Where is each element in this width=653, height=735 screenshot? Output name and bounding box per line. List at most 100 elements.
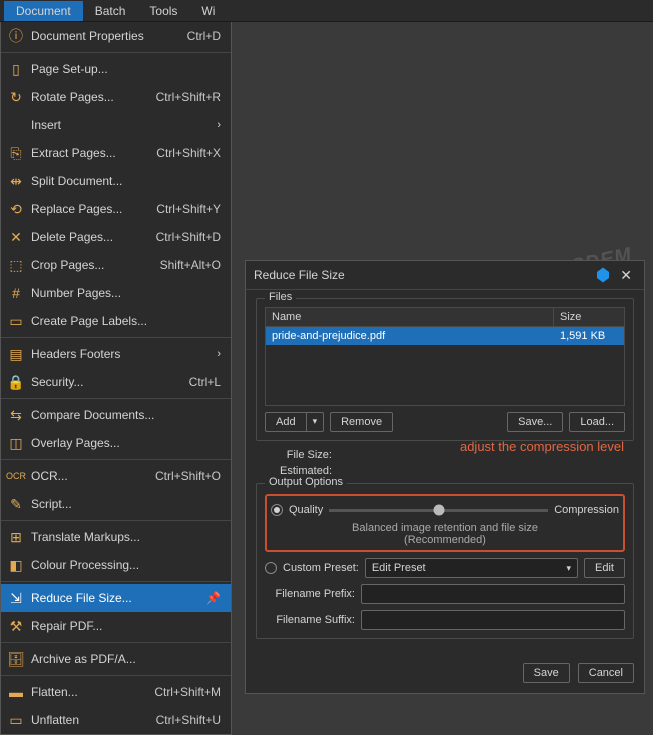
- compress-icon: ⇲: [7, 589, 25, 607]
- menu-page-labels[interactable]: ▭ Create Page Labels...: [1, 307, 231, 335]
- edit-preset-button[interactable]: Edit: [584, 558, 625, 578]
- prefix-label: Filename Prefix:: [265, 588, 355, 600]
- label: Replace Pages...: [31, 202, 150, 216]
- add-dropdown-button[interactable]: ▾: [307, 412, 325, 432]
- translate-icon: ⊞: [7, 528, 25, 546]
- menu-extract-pages[interactable]: ⎘ Extract Pages... Ctrl+Shift+X: [1, 139, 231, 167]
- annotation-highlight: Quality Compression Balanced image reten…: [265, 494, 625, 552]
- shortcut: Shift+Alt+O: [160, 258, 221, 272]
- save-button[interactable]: Save: [523, 663, 570, 683]
- crop-icon: ⬚: [7, 256, 25, 274]
- chevron-right-icon: ›: [217, 119, 221, 131]
- shortcut: Ctrl+L: [189, 375, 221, 389]
- menu-ocr[interactable]: OCR OCR... Ctrl+Shift+O: [1, 462, 231, 490]
- menu-tools[interactable]: Tools: [137, 1, 189, 21]
- label: Extract Pages...: [31, 146, 150, 160]
- repair-icon: ⚒: [7, 617, 25, 635]
- suffix-input[interactable]: [361, 610, 625, 630]
- file-name: pride-and-prejudice.pdf: [266, 327, 554, 345]
- dialog-titlebar[interactable]: Reduce File Size ✕: [246, 261, 644, 290]
- menu-reduce-file-size[interactable]: ⇲ Reduce File Size... 📌: [1, 584, 231, 612]
- col-name[interactable]: Name: [266, 308, 554, 326]
- col-size[interactable]: Size: [554, 308, 624, 326]
- compare-icon: ⇆: [7, 406, 25, 424]
- preset-combobox[interactable]: Edit Preset ▾: [365, 558, 578, 578]
- remove-button[interactable]: Remove: [330, 412, 393, 432]
- menu-crop-pages[interactable]: ⬚ Crop Pages... Shift+Alt+O: [1, 251, 231, 279]
- file-size: 1,591 KB: [554, 327, 624, 345]
- save-preset-button[interactable]: Save...: [507, 412, 563, 432]
- label: Crop Pages...: [31, 258, 154, 272]
- menu-batch[interactable]: Batch: [83, 1, 138, 21]
- menu-headers-footers[interactable]: ▤ Headers Footers ›: [1, 340, 231, 368]
- suffix-row: Filename Suffix:: [265, 610, 625, 630]
- menu-flatten[interactable]: ▬ Flatten... Ctrl+Shift+M: [1, 678, 231, 706]
- slider-thumb[interactable]: [433, 505, 444, 516]
- shortcut: Ctrl+Shift+D: [156, 230, 221, 244]
- menu-rotate-pages[interactable]: ↻ Rotate Pages... Ctrl+Shift+R: [1, 83, 231, 111]
- files-group: Files Name Size pride-and-prejudice.pdf …: [256, 298, 634, 441]
- menu-unflatten[interactable]: ▭ Unflatten Ctrl+Shift+U: [1, 706, 231, 734]
- cancel-button[interactable]: Cancel: [578, 663, 634, 683]
- app-logo-icon: [594, 266, 612, 284]
- delete-icon: ✕: [7, 228, 25, 246]
- menu-overlay[interactable]: ◫ Overlay Pages...: [1, 429, 231, 457]
- menu-archive[interactable]: 🗄 Archive as PDF/A...: [1, 645, 231, 673]
- menu-page-setup[interactable]: ▯ Page Set-up...: [1, 55, 231, 83]
- number-icon: #: [7, 284, 25, 302]
- add-button[interactable]: Add: [265, 412, 307, 432]
- slider-sub: (Recommended): [271, 534, 619, 546]
- menu-document[interactable]: Document: [4, 1, 83, 21]
- label: Number Pages...: [31, 286, 225, 300]
- menu-script[interactable]: ✎ Script...: [1, 490, 231, 518]
- quality-radio[interactable]: [271, 504, 283, 516]
- menu-colour[interactable]: ◧ Colour Processing...: [1, 551, 231, 579]
- close-button[interactable]: ✕: [616, 267, 636, 284]
- load-preset-button[interactable]: Load...: [569, 412, 625, 432]
- separator: [1, 520, 231, 521]
- menu-document-properties[interactable]: ⓘ Document Properties Ctrl+D: [1, 22, 231, 50]
- menu-repair[interactable]: ⚒ Repair PDF...: [1, 612, 231, 640]
- insert-icon: [7, 116, 25, 134]
- label: Compare Documents...: [31, 408, 225, 422]
- preset-value: Edit Preset: [372, 562, 426, 574]
- filesize-label: File Size:: [256, 449, 338, 461]
- shortcut: Ctrl+Shift+X: [156, 146, 221, 160]
- files-buttons: Add ▾ Remove Save... Load...: [265, 412, 625, 432]
- separator: [1, 398, 231, 399]
- quality-label: Quality: [289, 504, 323, 516]
- label: Headers Footers: [31, 347, 211, 361]
- custom-preset-radio[interactable]: [265, 562, 277, 574]
- prefix-input[interactable]: [361, 584, 625, 604]
- group-title: Files: [265, 291, 296, 303]
- menu-insert[interactable]: Insert ›: [1, 111, 231, 139]
- flatten-icon: ▬: [7, 683, 25, 701]
- menu-security[interactable]: 🔒 Security... Ctrl+L: [1, 368, 231, 396]
- menu-split-document[interactable]: ⇹ Split Document...: [1, 167, 231, 195]
- overlay-icon: ◫: [7, 434, 25, 452]
- page-icon: ▯: [7, 60, 25, 78]
- table-empty-area[interactable]: [266, 345, 624, 405]
- menu-replace-pages[interactable]: ⟲ Replace Pages... Ctrl+Shift+Y: [1, 195, 231, 223]
- replace-icon: ⟲: [7, 200, 25, 218]
- shortcut: Ctrl+Shift+O: [155, 469, 221, 483]
- chevron-down-icon: ▾: [567, 563, 572, 574]
- menu-delete-pages[interactable]: ✕ Delete Pages... Ctrl+Shift+D: [1, 223, 231, 251]
- menu-translate[interactable]: ⊞ Translate Markups...: [1, 523, 231, 551]
- separator: [1, 581, 231, 582]
- compression-label: Compression: [554, 504, 619, 516]
- dialog-title: Reduce File Size: [254, 268, 594, 282]
- add-button-combo: Add ▾: [265, 412, 324, 432]
- separator: [1, 675, 231, 676]
- script-icon: ✎: [7, 495, 25, 513]
- menu-number-pages[interactable]: # Number Pages...: [1, 279, 231, 307]
- table-header: Name Size: [266, 308, 624, 327]
- label: Repair PDF...: [31, 619, 225, 633]
- table-row[interactable]: pride-and-prejudice.pdf 1,591 KB: [266, 327, 624, 345]
- separator: [1, 642, 231, 643]
- compression-slider[interactable]: [329, 509, 548, 512]
- header-icon: ▤: [7, 345, 25, 363]
- info-icon: ⓘ: [7, 27, 25, 45]
- menu-window[interactable]: Wi: [189, 1, 227, 21]
- menu-compare[interactable]: ⇆ Compare Documents...: [1, 401, 231, 429]
